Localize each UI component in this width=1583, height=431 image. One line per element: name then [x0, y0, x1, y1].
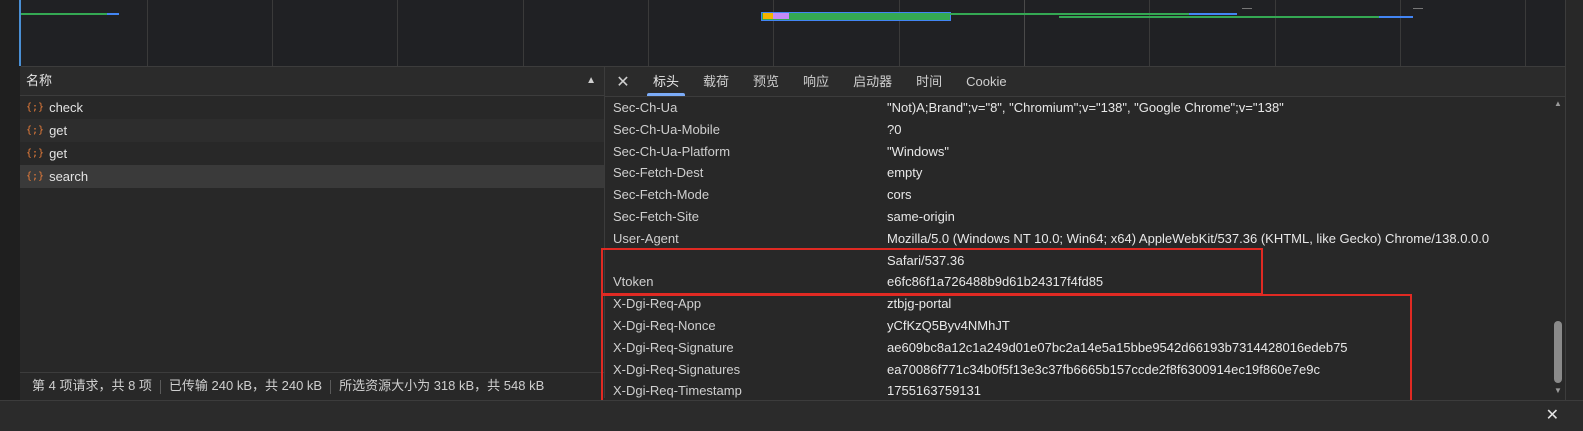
timeline-gridline — [1400, 0, 1401, 66]
timeline-bar — [1379, 16, 1413, 18]
header-name: User-Agent — [613, 230, 679, 246]
highlight-box-vtoken — [601, 248, 1263, 295]
right-edge — [1565, 0, 1583, 400]
timeline-bar — [107, 13, 119, 15]
request-row[interactable]: {;} get — [20, 142, 604, 165]
request-name: check — [49, 100, 84, 115]
timeline-bar — [1059, 16, 1379, 18]
timeline-bar — [761, 12, 951, 21]
timeline-bar — [1189, 13, 1237, 15]
transferred-size: 已传输 240 kB，共 240 kB — [168, 378, 323, 393]
left-gutter — [0, 0, 21, 400]
request-name: get — [49, 123, 68, 138]
timeline-gridline — [1149, 0, 1150, 66]
timeline-bar — [21, 13, 107, 15]
request-list: 名称 ▲ {;} check {;} get {;} get {;} search 第 … — [20, 67, 605, 398]
tab-preview[interactable]: 预览 — [741, 67, 791, 96]
header-value: Mozilla/5.0 (Windows NT 10.0; Win64; x64… — [887, 230, 1490, 246]
header-row: Sec-Ch-Ua-Platform "Windows" — [605, 141, 1555, 163]
header-value: ?0 — [887, 121, 902, 137]
scroll-down-icon[interactable]: ▼ — [1554, 386, 1562, 395]
scrollbar-thumb[interactable] — [1554, 321, 1562, 383]
header-name: Sec-Fetch-Dest — [613, 165, 704, 181]
close-icon[interactable]: ✕ — [1546, 405, 1559, 425]
xhr-icon: {;} — [26, 125, 45, 136]
tab-payload[interactable]: 载荷 — [691, 67, 741, 96]
details-tabbar: ✕ 标头 载荷 预览 响应 启动器 时间 Cookie — [605, 67, 1566, 97]
tab-headers[interactable]: 标头 — [641, 67, 691, 96]
header-row: Sec-Fetch-Mode cors — [605, 184, 1555, 206]
header-value: cors — [887, 187, 912, 203]
request-name: search — [49, 169, 89, 184]
timeline-gridline — [773, 0, 774, 66]
timeline-bar — [949, 13, 1189, 15]
timeline-bar — [763, 13, 773, 19]
xhr-icon: {;} — [26, 171, 45, 182]
name-column-header[interactable]: 名称 ▲ — [20, 67, 604, 96]
timeline-gridline — [899, 0, 900, 66]
highlight-box-dgi-headers — [601, 294, 1412, 409]
tab-cookies[interactable]: Cookie — [954, 67, 1018, 96]
header-name: Sec-Ch-Ua-Platform — [613, 143, 731, 159]
request-count: 第 4 项请求，共 8 项 — [32, 378, 152, 393]
network-overview-timeline[interactable] — [21, 0, 1566, 67]
header-row: Sec-Ch-Ua "Not)A;Brand";v="8", "Chromium"… — [605, 97, 1555, 119]
header-name: Sec-Fetch-Site — [613, 208, 699, 224]
timeline-bar — [1242, 8, 1252, 9]
details-scrollbar[interactable]: ▲ ▼ — [1554, 99, 1562, 395]
network-status-bar: 第 4 项请求，共 8 项 已传输 240 kB，共 240 kB 所选资源大小为 … — [20, 372, 604, 398]
divider — [159, 379, 161, 394]
header-name: Sec-Ch-Ua — [613, 100, 678, 115]
request-name: get — [49, 146, 68, 161]
header-row: Sec-Ch-Ua-Mobile ?0 — [605, 119, 1555, 141]
bottom-drawer: ✕ — [0, 400, 1583, 431]
name-column-label: 名称 — [26, 73, 53, 88]
xhr-icon: {;} — [26, 102, 45, 113]
header-value: "Not)A;Brand";v="8", "Chromium";v="138",… — [887, 100, 1284, 115]
header-row: User-Agent Mozilla/5.0 (Windows NT 10.0; … — [605, 228, 1555, 250]
tab-response[interactable]: 响应 — [791, 67, 841, 96]
timeline-gridline — [1275, 0, 1276, 66]
timeline-gridline — [523, 0, 524, 66]
divider — [330, 379, 332, 394]
resource-size: 所选资源大小为 318 kB，共 548 kB — [339, 378, 545, 393]
timeline-gridline — [272, 0, 273, 66]
timeline-gridline — [1024, 0, 1025, 66]
timeline-bar — [1413, 8, 1423, 9]
header-value: "Windows" — [887, 143, 949, 159]
header-value: same-origin — [887, 208, 955, 224]
timeline-gridline — [147, 0, 148, 66]
timeline-gridline — [648, 0, 649, 66]
header-name: Sec-Fetch-Mode — [613, 187, 710, 203]
tab-timing[interactable]: 时间 — [904, 67, 954, 96]
header-row: Sec-Fetch-Dest empty — [605, 162, 1555, 184]
sort-ascending-icon[interactable]: ▲ — [586, 67, 596, 95]
request-row-selected[interactable]: {;} search — [20, 165, 604, 188]
tab-initiator[interactable]: 启动器 — [841, 67, 904, 96]
scroll-up-icon[interactable]: ▲ — [1554, 99, 1562, 108]
request-row[interactable]: {;} check — [20, 96, 604, 119]
header-value: empty — [887, 165, 923, 181]
timeline-gridline — [397, 0, 398, 66]
timeline-gridline — [1525, 0, 1526, 66]
header-name: Sec-Ch-Ua-Mobile — [613, 121, 720, 137]
request-row[interactable]: {;} get — [20, 119, 604, 142]
header-row: Sec-Fetch-Site same-origin — [605, 206, 1555, 228]
xhr-icon: {;} — [26, 148, 45, 159]
close-icon[interactable]: ✕ — [605, 72, 641, 92]
timeline-bar — [773, 13, 789, 19]
